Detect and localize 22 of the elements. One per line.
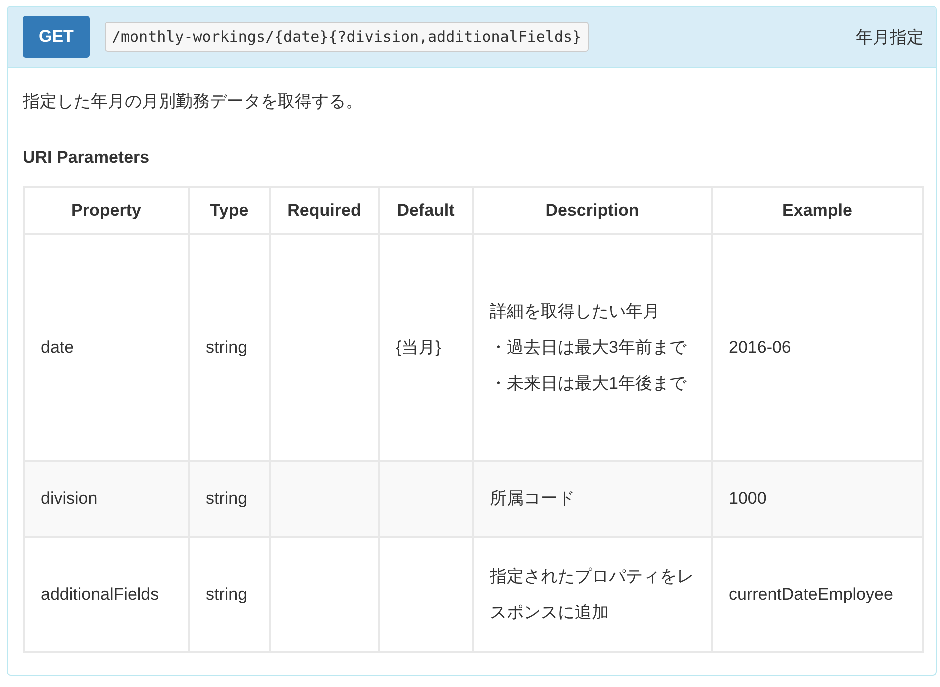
description-text: 指定されたプロパティをレスポンスに追加 [490,566,695,624]
method-badge: GET [23,16,90,58]
endpoint-path: /monthly-workings/{date}{?division,additionalFields} [104,22,589,52]
endpoint-description: 指定した年月の月別勤務データを取得する。 [23,91,364,113]
table-cell: string [189,461,270,537]
description-text: ・過去日は最大3年前まで [490,336,688,358]
description-text: 所属コード [490,488,576,510]
table-cell: string [189,537,270,652]
column-header: Required [270,187,379,234]
endpoint-summary: 年月指定 [856,26,924,48]
column-header: Description [473,187,712,234]
column-header: Default [379,187,473,234]
description-text: ・未来日は最大1年後まで [490,372,688,394]
table-cell: additionalFields [24,537,189,652]
table-cell: 1000 [712,461,923,537]
table-cell: division [24,461,189,537]
column-header: Type [189,187,270,234]
column-header: Property [24,187,189,234]
table-cell: currentDateEmployee [712,537,923,652]
description-text: 詳細を取得したい年月 [490,300,661,322]
column-header: Example [712,187,923,234]
section-title: URI Parameters [23,148,151,168]
